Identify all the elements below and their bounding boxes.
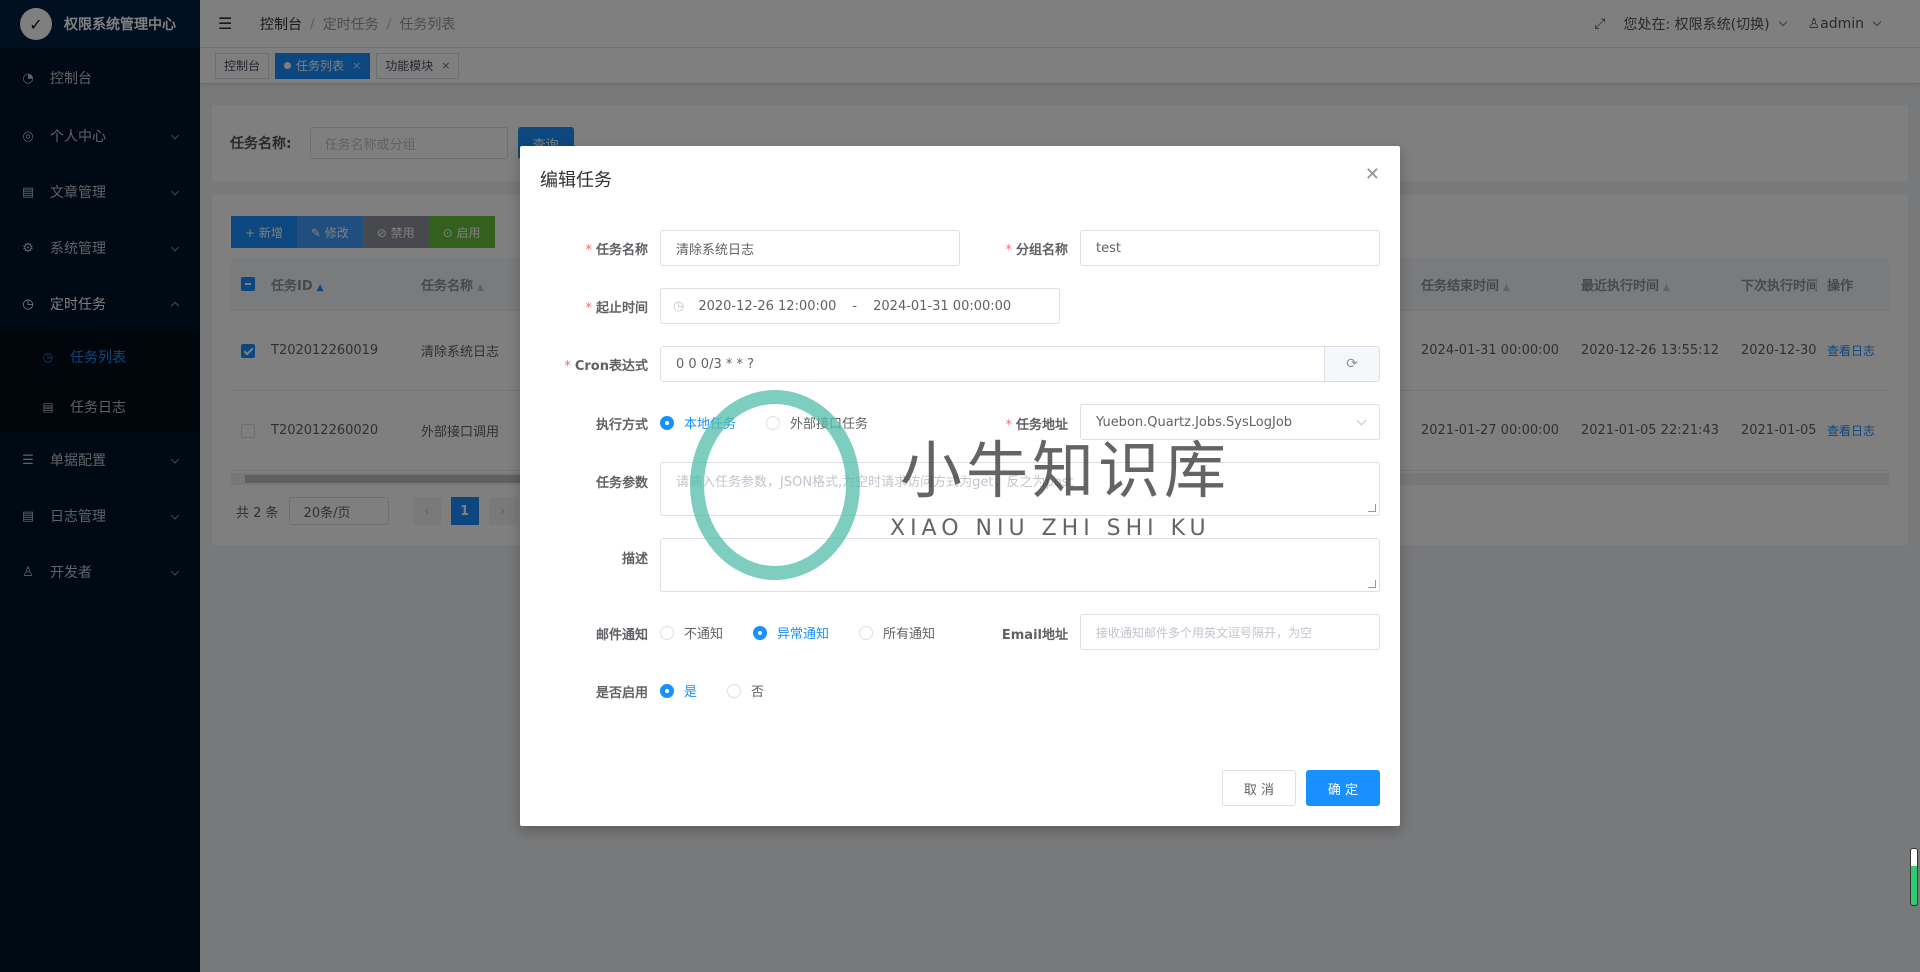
radio-enabled-no[interactable]: 否 <box>727 681 764 700</box>
cron-input[interactable]: 0 0 0/3 * * ? <box>660 346 1325 382</box>
enabled-radio-group: 是 否 <box>660 681 794 700</box>
radio-label: 不通知 <box>684 627 724 642</box>
select-value: Yuebon.Quartz.Jobs.SysLogJob <box>1096 414 1293 430</box>
task-name-label: * 任务名称 <box>520 239 648 258</box>
mail-notify-radio-group: 不通知 异常通知 所有通知 <box>660 623 965 642</box>
radio-icon <box>753 625 768 640</box>
radio-local-task[interactable]: 本地任务 <box>660 413 736 432</box>
radio-all-notify[interactable]: 所有通知 <box>859 623 935 642</box>
clock-icon: ◷ <box>673 298 685 314</box>
label-text: 分组名称 <box>1015 243 1068 258</box>
resize-handle[interactable] <box>1368 504 1376 512</box>
label-text: 任务名称 <box>595 243 648 258</box>
dialog-title: 编辑任务 <box>540 170 612 191</box>
time-range-label: * 起止时间 <box>520 297 648 316</box>
radio-icon <box>660 415 674 430</box>
start-time[interactable]: 2020-12-26 12:00:00 <box>698 299 836 314</box>
radio-enabled-yes[interactable]: 是 <box>660 681 697 700</box>
edit-task-dialog: 编辑任务 ✕ * 任务名称 清除系统日志 * 分组名称 test * 起止时间 ◷ 2… <box>520 146 1400 826</box>
radio-icon <box>727 683 742 698</box>
description-label: 描述 <box>621 552 648 567</box>
radio-label: 异常通知 <box>777 627 830 642</box>
battery-indicator-icon <box>1910 848 1918 906</box>
task-params-label: 任务参数 <box>595 476 648 491</box>
label-text: 任务地址 <box>1015 418 1068 433</box>
cancel-button[interactable]: 取 消 <box>1222 770 1296 806</box>
task-address-select[interactable]: Yuebon.Quartz.Jobs.SysLogJob <box>1080 404 1380 440</box>
email-label: Email地址 <box>1001 628 1068 643</box>
required-mark: * <box>585 301 592 316</box>
chevron-down-icon <box>1356 415 1367 426</box>
confirm-button[interactable]: 确 定 <box>1306 770 1380 806</box>
required-mark: * <box>585 243 592 258</box>
resize-handle[interactable] <box>1368 580 1376 588</box>
time-range-picker[interactable]: ◷ 2020-12-26 12:00:00 - 2024-01-31 00:00… <box>660 288 1060 324</box>
radio-remote-task[interactable]: 外部接口任务 <box>766 413 868 432</box>
radio-no-notify[interactable]: 不通知 <box>660 623 723 642</box>
radio-icon <box>660 683 674 698</box>
task-address-label: * 任务地址 <box>960 414 1068 433</box>
radio-icon <box>766 415 781 430</box>
placeholder-text: 请输入任务参数，JSON格式,为空时请求访问方式为get，反之为post <box>676 475 1074 490</box>
group-name-input[interactable]: test <box>1080 230 1380 266</box>
radio-label: 外部接口任务 <box>790 417 869 432</box>
radio-label: 是 <box>684 685 698 700</box>
enabled-label: 是否启用 <box>595 686 648 701</box>
radio-label: 否 <box>751 685 765 700</box>
radio-label: 本地任务 <box>684 417 737 432</box>
required-mark: * <box>564 359 571 374</box>
end-time[interactable]: 2024-01-31 00:00:00 <box>873 299 1011 314</box>
range-separator: - <box>852 298 858 314</box>
required-mark: * <box>1005 243 1012 258</box>
radio-label: 所有通知 <box>883 627 936 642</box>
exec-mode-radio-group: 本地任务 外部接口任务 <box>660 413 898 432</box>
radio-icon <box>859 625 874 640</box>
label-text: 起止时间 <box>595 301 648 316</box>
task-params-textarea[interactable]: 请输入任务参数，JSON格式,为空时请求访问方式为get，反之为post <box>660 462 1380 516</box>
required-mark: * <box>1005 418 1012 433</box>
radio-error-notify[interactable]: 异常通知 <box>753 623 829 642</box>
cron-label: * Cron表达式 <box>520 355 648 374</box>
exec-mode-label: 执行方式 <box>595 418 648 433</box>
email-input[interactable]: 接收通知邮件多个用英文逗号隔开，为空 <box>1080 614 1380 650</box>
close-icon[interactable]: ✕ <box>1365 164 1380 185</box>
description-textarea[interactable] <box>660 538 1380 592</box>
mail-notify-label: 邮件通知 <box>595 628 648 643</box>
task-name-input[interactable]: 清除系统日志 <box>660 230 960 266</box>
label-text: Cron表达式 <box>574 359 648 374</box>
refresh-icon[interactable]: ⟳ <box>1324 346 1380 382</box>
group-name-label: * 分组名称 <box>960 239 1068 258</box>
radio-icon <box>660 625 674 640</box>
